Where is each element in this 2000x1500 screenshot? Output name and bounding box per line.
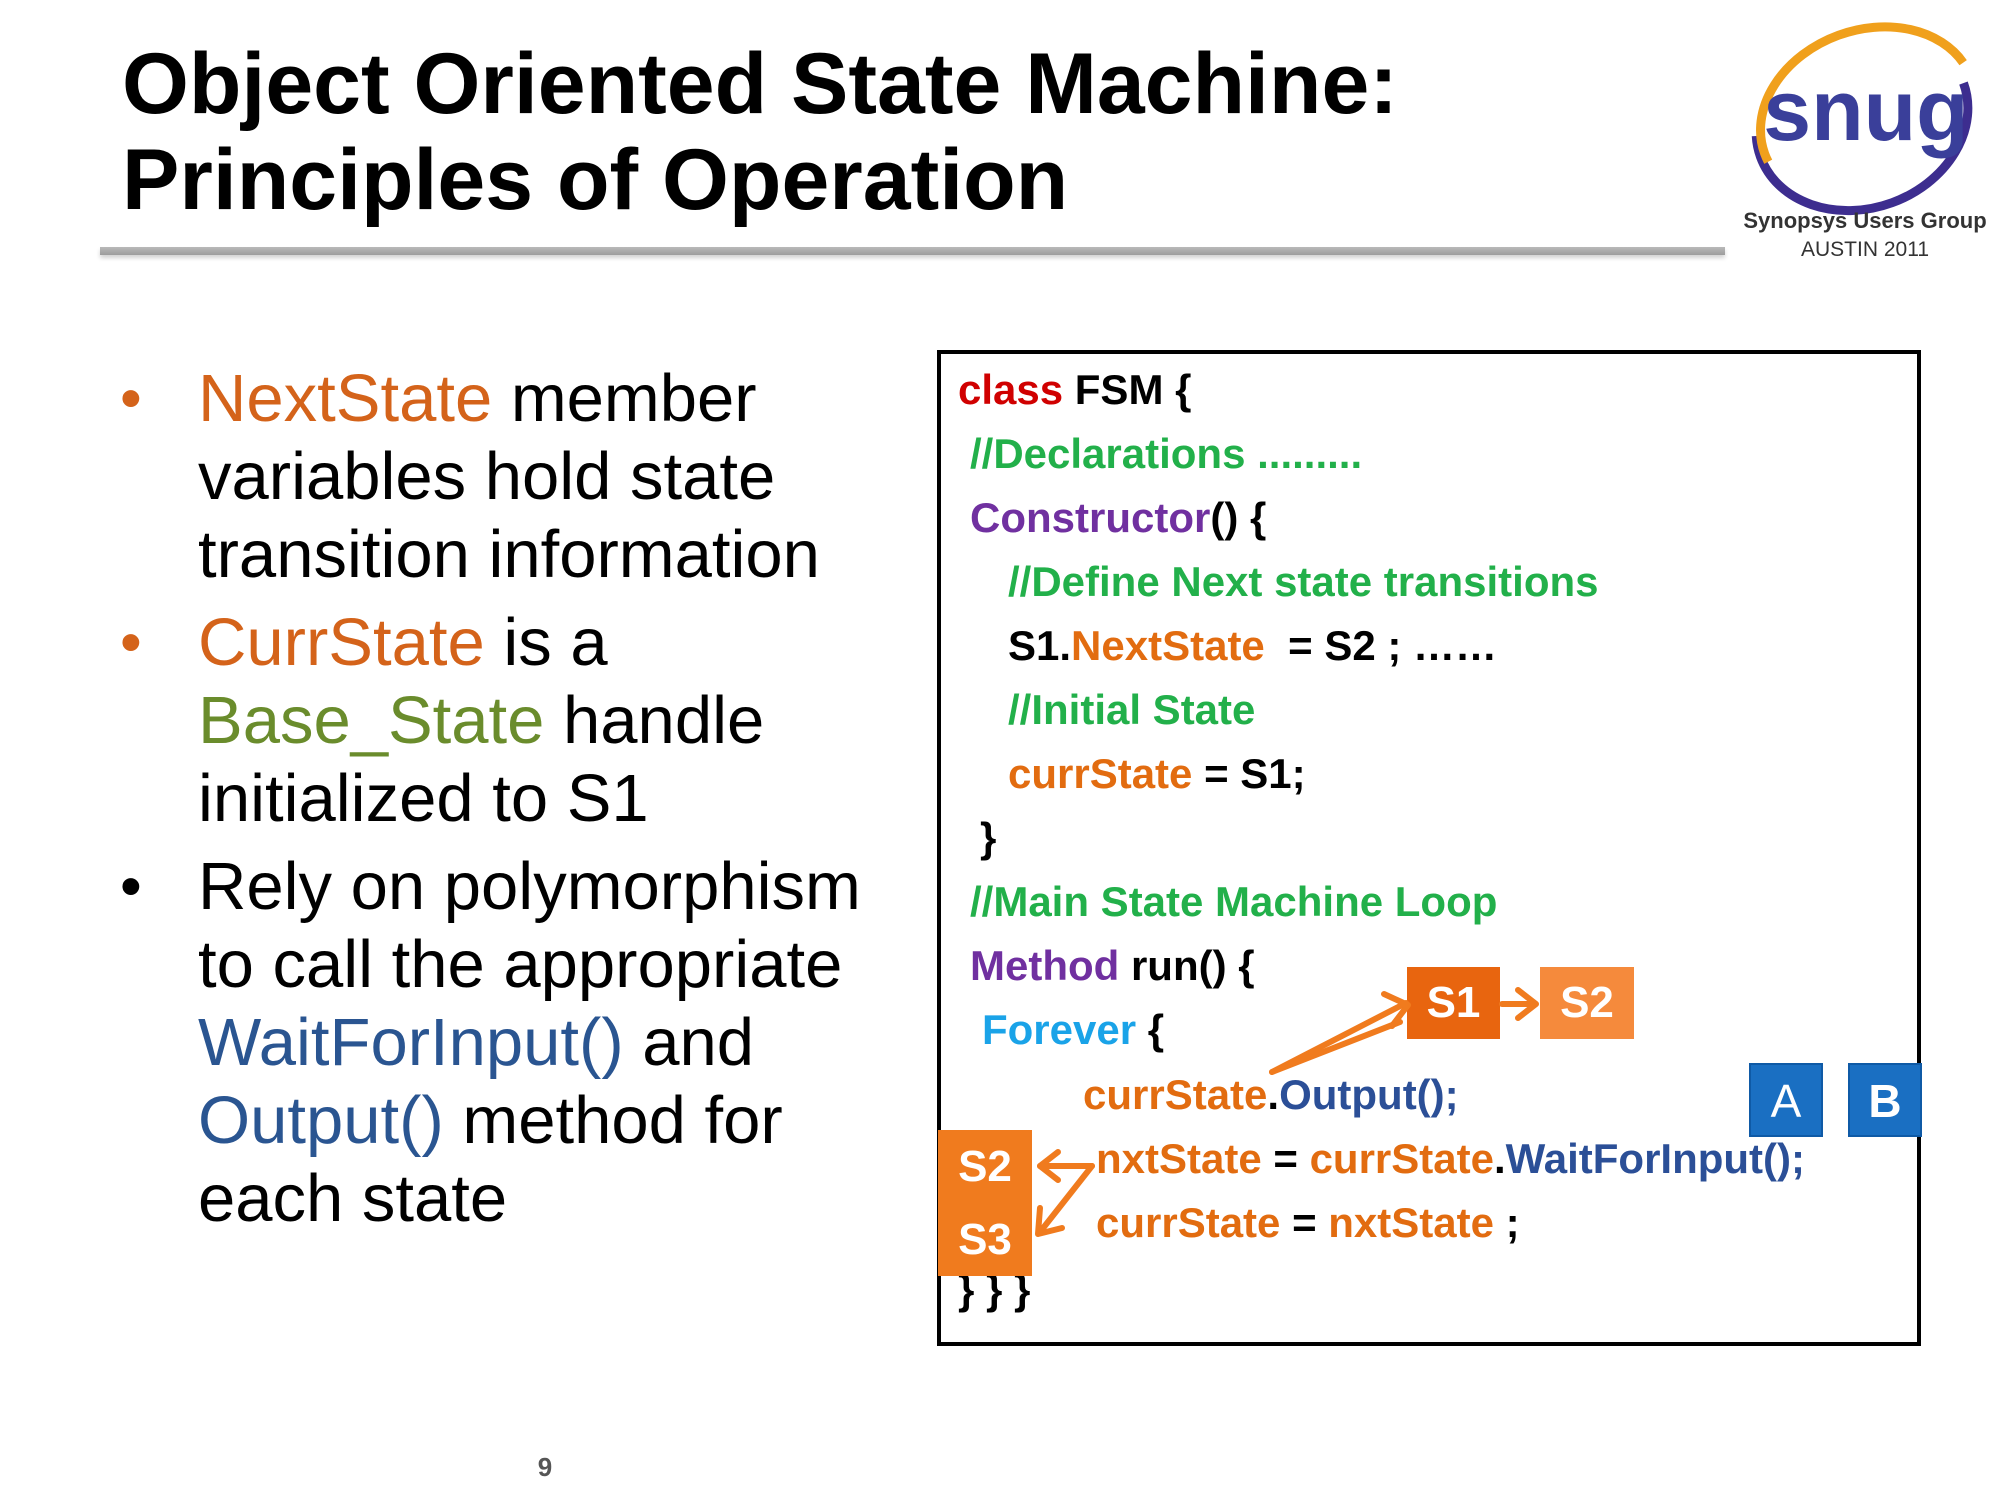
logo-subtitle: Synopsys Users Group [1743,208,1987,233]
title-underline [100,247,1725,255]
code-line: Forever { [982,1006,1165,1053]
code-line: //Initial State [1008,686,1256,733]
bullet-term: Output() [198,1083,444,1158]
bullet-term: CurrState [198,605,485,680]
code-line: S1.NextState = S2 ; …… [1008,622,1498,669]
bullet-text: NextState member variables hold state tr… [198,361,820,592]
title-line-2: Principles of Operation [122,132,1069,228]
bullet-item: • Rely on polymorphism to call the appro… [120,848,920,1238]
code-line: currState.Output(); [1083,1071,1459,1118]
code-line: currState = nxtState ; [1096,1199,1520,1246]
bullet-text: Rely on polymorphism to call the appropr… [198,849,861,1236]
code-line: currState = S1; [1008,750,1306,797]
bullet-list: • NextState member variables hold state … [120,360,920,1248]
bullet-item: • NextState member variables hold state … [120,360,920,594]
state-box-stack: S2 S3 [938,1130,1032,1276]
logo-wordmark: snug [1763,63,1968,159]
code-line: class FSM { [958,366,1192,413]
state-label-s2: S2 [958,1142,1012,1191]
code-line: //Main State Machine Loop [970,878,1498,925]
state-box-s1: S1 [1407,967,1500,1039]
bullet-term: NextState [198,361,493,436]
code-line: //Declarations ......... [970,430,1363,477]
input-box-a: A [1749,1063,1823,1137]
code-line: Constructor() { [970,494,1267,541]
code-line: nxtState = currState.WaitForInput(); [1096,1135,1805,1182]
code-line: Method run() { [970,942,1255,989]
logo-location: AUSTIN 2011 [1801,238,1929,261]
slide-title: Object Oriented State Machine: Principle… [122,36,1642,228]
bullet-item: • CurrState is a Base_State handle initi… [120,604,920,838]
code-line: //Define Next state transitions [1008,558,1599,605]
bullet-term: Base_State [198,683,545,758]
page-number: 9 [537,1452,553,1482]
state-label-s3: S3 [958,1215,1012,1264]
bullet-marker: • [120,852,142,921]
input-box-b: B [1848,1063,1922,1137]
title-line-1: Object Oriented State Machine: [122,36,1398,132]
state-box-s2: S2 [1540,967,1634,1039]
bullet-marker: • [120,364,142,433]
bullet-text: CurrState is a Base_State handle initial… [198,605,765,836]
bullet-term: WaitForInput() [198,1005,624,1080]
code-line: } [980,814,997,861]
bullet-marker: • [120,608,142,677]
